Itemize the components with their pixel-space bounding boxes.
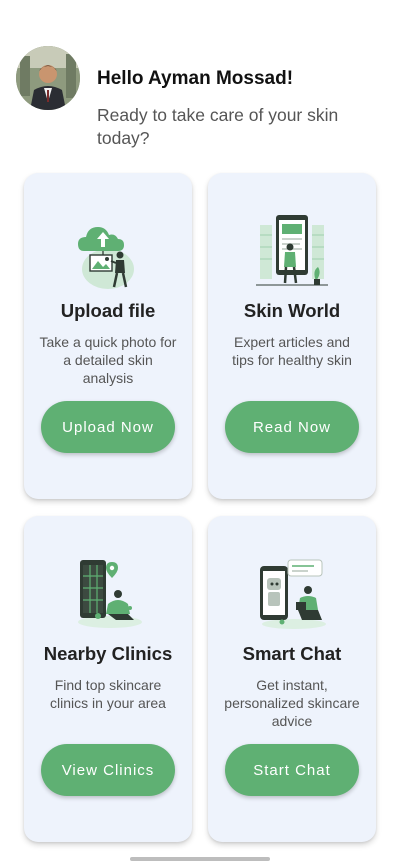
upload-photo-illustration bbox=[68, 211, 148, 291]
subtitle-text: Ready to take care of your skin today? bbox=[97, 105, 339, 148]
card-title: Smart Chat bbox=[242, 643, 342, 664]
upload-now-button[interactable]: Upload Now bbox=[41, 401, 175, 453]
card-smart-chat[interactable]: Smart Chat Get instant, personalized ski… bbox=[208, 516, 376, 842]
start-chat-button[interactable]: Start Chat bbox=[225, 744, 359, 796]
greeting-text: Hello Ayman Mossad! bbox=[97, 68, 294, 89]
view-clinics-button[interactable]: View Clinics bbox=[41, 744, 175, 796]
clinics-map-illustration bbox=[68, 554, 148, 634]
card-title: Upload file bbox=[60, 300, 156, 321]
card-nearby-clinics[interactable]: Nearby Clinics Find top skincare clinics… bbox=[24, 516, 192, 842]
articles-tablet-illustration bbox=[252, 211, 332, 291]
card-skin-world[interactable]: Skin World Expert articles and tips for … bbox=[208, 173, 376, 499]
card-title: Skin World bbox=[243, 300, 341, 321]
home-indicator[interactable] bbox=[130, 857, 270, 861]
card-upload-file[interactable]: Upload file Take a quick photo for a det… bbox=[24, 173, 192, 499]
avatar[interactable] bbox=[16, 46, 80, 110]
card-title: Nearby Clinics bbox=[43, 643, 173, 664]
card-description: Find top skincare clinics in your area bbox=[50, 677, 166, 711]
header: Hello Ayman Mossad! Ready to take care o… bbox=[16, 46, 386, 156]
card-description: Expert articles and tips for healthy ski… bbox=[232, 334, 352, 368]
card-description: Take a quick photo for a detailed skin a… bbox=[39, 334, 177, 386]
read-now-button[interactable]: Read Now bbox=[225, 401, 359, 453]
chatbot-illustration bbox=[252, 554, 332, 634]
card-description: Get instant, personalized skincare advic… bbox=[224, 677, 360, 729]
